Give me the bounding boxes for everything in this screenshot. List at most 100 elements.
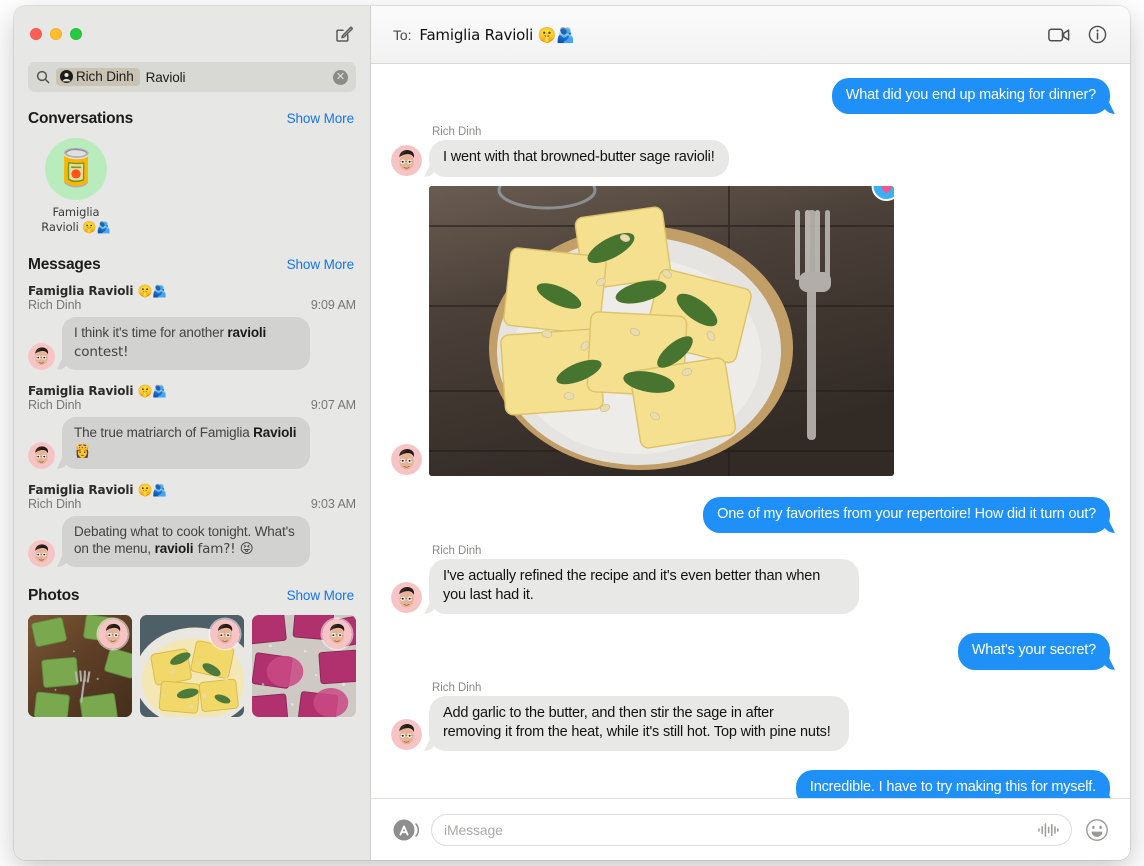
message-result-row[interactable]: Famiglia Ravioli 🤫🫂 Rich Dinh 9:07 AM Th… <box>14 372 370 471</box>
messages-window: Rich Dinh Ravioli ✕ Conversations Show M… <box>14 6 1130 860</box>
outgoing-message-bubble: Incredible. I have to try making this fo… <box>795 770 1110 798</box>
conversation-pane: To: Famiglia Ravioli 🤫🫂 What did you end… <box>371 6 1130 860</box>
imessage-placeholder: iMessage <box>444 821 503 838</box>
photo-sender-avatar <box>322 618 352 649</box>
conversations-title: Conversations <box>28 110 134 127</box>
outgoing-message-bubble: What's your secret? <box>957 633 1110 670</box>
photos-section-header: Photos Show More <box>14 569 370 607</box>
photo-thumbnail[interactable] <box>28 614 132 717</box>
message-composer: iMessage <box>371 798 1130 860</box>
image-attachment[interactable] <box>429 185 894 476</box>
message-results-list: Famiglia Ravioli 🤫🫂 Rich Dinh 9:09 AM I … <box>14 276 370 568</box>
message-result-row[interactable]: Famiglia Ravioli 🤫🫂 Rich Dinh 9:03 AM De… <box>14 471 370 569</box>
close-button[interactable] <box>30 28 42 40</box>
conversation-name-line2: Ravioli 🤫🫂 <box>41 219 111 234</box>
message-sender-name: Rich Dinh <box>432 681 482 694</box>
avatar <box>391 144 422 176</box>
video-camera-icon[interactable] <box>1044 21 1074 49</box>
search-container: Rich Dinh Ravioli ✕ <box>14 62 370 104</box>
photos-title: Photos <box>28 586 80 604</box>
info-circle-icon[interactable] <box>1082 21 1112 49</box>
traffic-lights <box>30 28 82 40</box>
result-text-after: fam?! 😝 <box>193 541 254 558</box>
photo-thumbnail[interactable] <box>252 614 356 717</box>
incoming-message-bubble: I've actually refined the recipe and it'… <box>429 558 859 615</box>
avatar <box>391 443 422 475</box>
result-chat-name: Famiglia Ravioli 🤫🫂 <box>28 284 168 299</box>
result-sender: Rich Dinh <box>28 496 82 511</box>
to-label: To: <box>393 26 412 43</box>
imessage-input[interactable]: iMessage <box>431 813 1072 846</box>
conversations-list: 🥫 Famiglia Ravioli 🤫🫂 <box>14 130 370 244</box>
message-row: Rich Dinh I went with that browned-butte… <box>391 117 1110 177</box>
person-circle-icon <box>60 70 73 83</box>
result-sender: Rich Dinh <box>28 397 82 412</box>
message-row: Incredible. I have to try making this fo… <box>391 770 1110 798</box>
message-row: What did you end up making for dinner? <box>391 78 1110 115</box>
zoom-button[interactable] <box>70 28 82 40</box>
avatar <box>28 539 55 567</box>
conversation-header: To: Famiglia Ravioli 🤫🫂 <box>371 6 1130 64</box>
outgoing-message-bubble: One of my favorites from your repertoire… <box>703 496 1110 533</box>
emoji-smiley-icon[interactable] <box>1084 817 1110 843</box>
incoming-message-bubble: Add garlic to the butter, and then stir … <box>429 695 849 752</box>
photo-sender-avatar <box>98 618 128 649</box>
outgoing-message-bubble: What did you end up making for dinner? <box>831 78 1110 115</box>
result-message-bubble: Debating what to cook tonight. What's on… <box>62 515 310 567</box>
sidebar-results: Conversations Show More 🥫 Famiglia Ravio… <box>14 104 370 860</box>
result-text-after: 👸 <box>74 443 91 460</box>
result-text-after: contest! <box>74 343 129 360</box>
result-time: 9:03 AM <box>310 496 356 511</box>
conversations-section-header: Conversations Show More <box>14 104 370 130</box>
photos-list <box>14 607 370 717</box>
conversation-avatar: 🥫 <box>45 138 107 200</box>
messages-title: Messages <box>28 256 101 274</box>
photos-show-more[interactable]: Show More <box>287 588 354 603</box>
message-result-row[interactable]: Famiglia Ravioli 🤫🫂 Rich Dinh 9:09 AM I … <box>14 278 370 371</box>
message-row-attachment <box>391 180 1110 480</box>
result-time: 9:07 AM <box>310 397 356 412</box>
avatar <box>391 582 422 614</box>
search-input[interactable]: Rich Dinh Ravioli ✕ <box>28 62 356 92</box>
conversation-item-famiglia-ravioli[interactable]: 🥫 Famiglia Ravioli 🤫🫂 <box>28 138 124 234</box>
avatar <box>391 719 422 751</box>
message-sender-name: Rich Dinh <box>432 126 482 139</box>
message-row: Rich Dinh Add garlic to the butter, and … <box>391 673 1110 752</box>
message-row: One of my favorites from your repertoire… <box>391 496 1110 533</box>
search-query-text: Ravioli <box>145 69 186 85</box>
result-time: 9:09 AM <box>310 298 356 313</box>
search-icon <box>36 70 50 84</box>
avatar <box>28 342 55 370</box>
result-message-bubble: I think it's time for another ravioli co… <box>62 317 310 370</box>
conversation-name: Famiglia Ravioli 🤫🫂 <box>28 205 124 234</box>
result-text-before: The true matriarch of Famiglia <box>74 424 254 440</box>
photo-thumbnail[interactable] <box>140 614 244 717</box>
compose-icon[interactable] <box>332 22 356 46</box>
conversation-name-line1: Famiglia <box>52 205 100 219</box>
audio-waveform-icon[interactable] <box>1037 819 1059 841</box>
tapback-heart-icon[interactable] <box>868 185 894 210</box>
result-message-bubble: The true matriarch of Famiglia Ravioli 👸 <box>62 416 310 469</box>
message-sender-name: Rich Dinh <box>432 544 482 557</box>
app-store-icon[interactable] <box>391 816 419 844</box>
search-token-rich-dinh[interactable]: Rich Dinh <box>56 68 140 86</box>
message-row: Rich Dinh I've actually refined the reci… <box>391 536 1110 615</box>
message-thread[interactable]: What did you end up making for dinner? R… <box>371 64 1130 798</box>
sidebar-titlebar <box>14 6 370 62</box>
result-text-before: I think it's time for another <box>74 325 228 341</box>
result-sender: Rich Dinh <box>28 298 82 313</box>
messages-section-header: Messages Show More <box>14 244 370 276</box>
clear-icon[interactable]: ✕ <box>333 69 348 85</box>
minimize-button[interactable] <box>50 28 62 40</box>
result-match-term: ravioli <box>154 541 194 557</box>
photo-sender-avatar <box>210 618 240 649</box>
avatar <box>28 441 55 469</box>
result-match-term: Ravioli <box>253 424 297 440</box>
messages-show-more[interactable]: Show More <box>287 257 354 272</box>
conversations-show-more[interactable]: Show More <box>287 111 354 126</box>
search-token-label: Rich Dinh <box>76 69 134 84</box>
result-match-term: ravioli <box>227 325 267 341</box>
recipient-name[interactable]: Famiglia Ravioli 🤫🫂 <box>419 26 574 44</box>
sidebar: Rich Dinh Ravioli ✕ Conversations Show M… <box>14 6 371 860</box>
result-chat-name: Famiglia Ravioli 🤫🫂 <box>28 482 168 497</box>
